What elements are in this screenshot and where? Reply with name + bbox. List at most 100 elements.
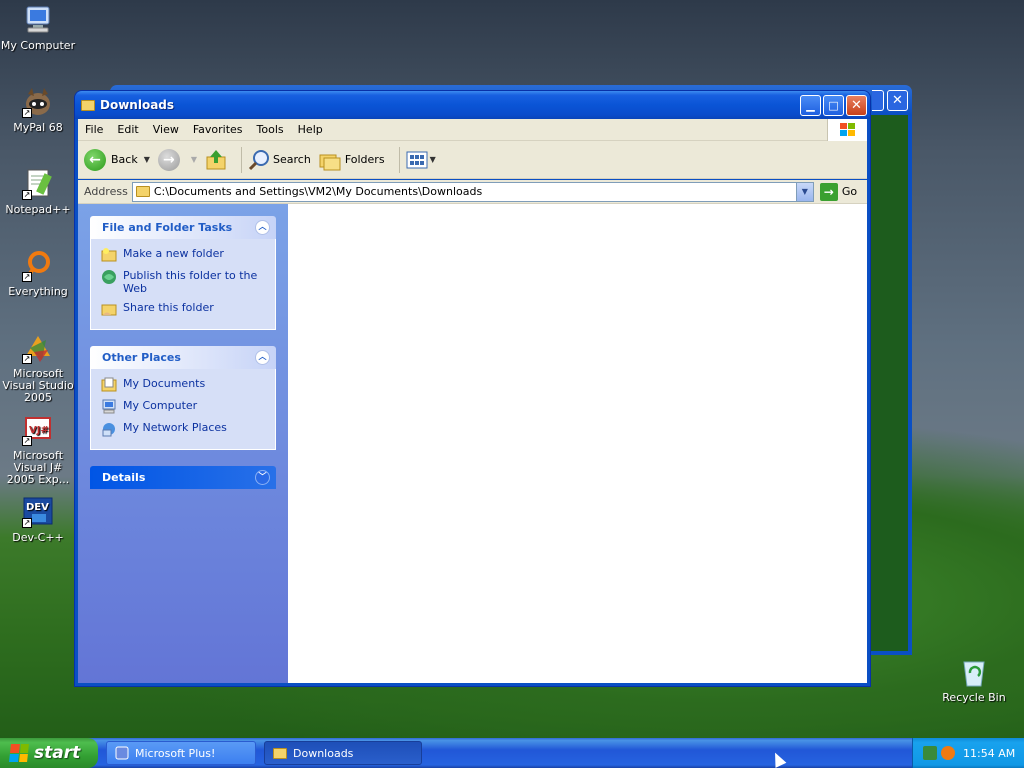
menu-tools[interactable]: Tools — [250, 123, 291, 136]
search-button[interactable]: Search — [248, 149, 311, 171]
panel-title: Details — [102, 471, 146, 484]
microsoft-plus-icon — [115, 746, 129, 760]
windows-logo-icon — [827, 118, 867, 141]
taskbar-item-microsoft-plus[interactable]: Microsoft Plus! — [106, 741, 256, 765]
visual-studio-icon: ↗ — [22, 332, 54, 364]
taskbar-item-downloads[interactable]: Downloads — [264, 741, 422, 765]
place-label: My Computer — [123, 399, 198, 412]
desktop-icon-devcpp[interactable]: DEV ↗ Dev-C++ — [0, 496, 76, 544]
desktop-icon-my-computer[interactable]: My Computer — [0, 4, 76, 52]
forward-button[interactable]: → ▼ — [157, 148, 197, 171]
title-bar[interactable]: Downloads ▁ □ ✕ — [75, 91, 870, 119]
desktop-icon-label: MyPal 68 — [13, 121, 63, 134]
go-arrow-icon: → — [819, 182, 838, 201]
file-list-area[interactable] — [288, 204, 867, 683]
vjsharp-icon: VJ# ↗ — [22, 414, 54, 446]
collapse-chevron-icon[interactable]: ︿ — [255, 220, 270, 235]
back-label: Back — [111, 153, 138, 166]
place-my-computer[interactable]: My Computer — [101, 399, 265, 415]
views-button[interactable]: ▼ — [406, 151, 436, 169]
folders-icon — [319, 154, 341, 170]
notepad-icon: ↗ — [22, 168, 54, 200]
clock[interactable]: 11:54 AM — [963, 747, 1015, 760]
task-label: Make a new folder — [123, 247, 224, 260]
task-label: Share this folder — [123, 301, 214, 314]
details-header[interactable]: Details ﹀ — [90, 466, 276, 489]
desktop-icon-label: Recycle Bin — [942, 691, 1006, 704]
explorer-window[interactable]: Downloads ▁ □ ✕ File Edit View Favorites… — [74, 90, 871, 687]
go-label: Go — [841, 185, 858, 198]
standard-toolbar: ← Back ▼ → ▼ Search Folders ▼ — [78, 141, 867, 179]
menu-view[interactable]: View — [146, 123, 186, 136]
desktop-icon-label: Microsoft Visual J# 2005 Exp... — [6, 449, 70, 486]
panel-title: Other Places — [102, 351, 181, 364]
maximize-button[interactable]: □ — [823, 94, 844, 116]
desktop-icon-vjsharp[interactable]: VJ# ↗ Microsoft Visual J# 2005 Exp... — [0, 414, 76, 486]
file-folder-tasks-panel: File and Folder Tasks ︿ Make a new folde… — [90, 216, 276, 330]
svg-text:DEV: DEV — [26, 502, 49, 513]
other-places-header[interactable]: Other Places ︿ — [90, 346, 276, 369]
start-button[interactable]: start — [0, 738, 98, 768]
computer-icon — [102, 399, 116, 414]
file-folder-tasks-header[interactable]: File and Folder Tasks ︿ — [90, 216, 276, 239]
forward-dropdown-icon[interactable]: ▼ — [191, 155, 197, 164]
desktop-icon-everything[interactable]: ↗ Everything — [0, 250, 76, 298]
place-label: My Network Places — [123, 421, 227, 434]
search-label: Search — [273, 153, 311, 166]
svg-text:VJ#: VJ# — [29, 425, 49, 436]
task-publish-folder[interactable]: Publish this folder to the Web — [101, 269, 265, 295]
details-panel: Details ﹀ — [90, 466, 276, 489]
menu-bar: File Edit View Favorites Tools Help — [78, 118, 867, 141]
background-window-maximize-button[interactable] — [872, 90, 884, 111]
start-label: start — [34, 743, 81, 763]
window-content: File and Folder Tasks ︿ Make a new folde… — [78, 204, 867, 683]
toolbar-separator — [241, 146, 243, 173]
up-button[interactable] — [205, 149, 227, 171]
windows-flag-icon — [9, 744, 29, 762]
desktop-icon-recycle-bin[interactable]: Recycle Bin — [936, 656, 1012, 704]
system-tray: 11:54 AM — [912, 738, 1024, 768]
menu-favorites[interactable]: Favorites — [186, 123, 250, 136]
search-icon — [248, 149, 270, 170]
raccoon-icon: ↗ — [22, 86, 54, 118]
address-label: Address — [84, 185, 128, 198]
network-tray-icon[interactable] — [923, 746, 937, 760]
search-tray-icon[interactable] — [941, 746, 955, 760]
desktop-icon-label: Microsoft Visual Studio 2005 — [2, 367, 74, 404]
desktop-icon-label: Notepad++ — [5, 203, 71, 216]
collapse-chevron-icon[interactable]: ︿ — [255, 350, 270, 365]
other-places-panel: Other Places ︿ My Documents My Computer … — [90, 346, 276, 450]
magnifier-icon: ↗ — [22, 250, 54, 282]
expand-chevron-icon[interactable]: ﹀ — [255, 470, 270, 485]
menu-help[interactable]: Help — [291, 123, 330, 136]
computer-icon — [22, 4, 54, 36]
recycle-bin-icon — [958, 656, 990, 688]
desktop-icon-label: Everything — [8, 285, 68, 298]
go-button[interactable]: → Go — [819, 182, 858, 201]
address-dropdown-icon[interactable]: ▼ — [795, 182, 813, 201]
menu-edit[interactable]: Edit — [110, 123, 145, 136]
back-dropdown-icon[interactable]: ▼ — [144, 155, 150, 164]
task-pane: File and Folder Tasks ︿ Make a new folde… — [78, 204, 288, 683]
address-bar: Address C:\Documents and Settings\VM2\My… — [78, 180, 867, 204]
desktop-icon-notepadpp[interactable]: ↗ Notepad++ — [0, 168, 76, 216]
folder-icon — [135, 186, 150, 197]
back-button[interactable]: ← Back ▼ — [84, 148, 150, 171]
place-my-documents[interactable]: My Documents — [101, 377, 265, 393]
views-dropdown-icon[interactable]: ▼ — [430, 155, 436, 164]
folders-button[interactable]: Folders — [319, 149, 385, 171]
close-button[interactable]: ✕ — [846, 94, 867, 116]
address-input[interactable]: C:\Documents and Settings\VM2\My Documen… — [131, 181, 814, 202]
task-make-new-folder[interactable]: Make a new folder — [101, 247, 265, 263]
menu-file[interactable]: File — [78, 123, 110, 136]
network-places-icon — [102, 423, 115, 437]
task-share-folder[interactable]: Share this folder — [101, 301, 265, 317]
background-window-close-button[interactable]: ✕ — [887, 90, 908, 111]
desktop-icon-visual-studio[interactable]: ↗ Microsoft Visual Studio 2005 — [0, 332, 76, 404]
minimize-button[interactable]: ▁ — [800, 94, 821, 116]
desktop-icon-mypal[interactable]: ↗ MyPal 68 — [0, 86, 76, 134]
place-my-network-places[interactable]: My Network Places — [101, 421, 265, 437]
share-folder-icon — [101, 304, 117, 316]
taskbar: start Microsoft Plus! Downloads 11:54 AM — [0, 738, 1024, 768]
folder-icon — [273, 747, 287, 759]
